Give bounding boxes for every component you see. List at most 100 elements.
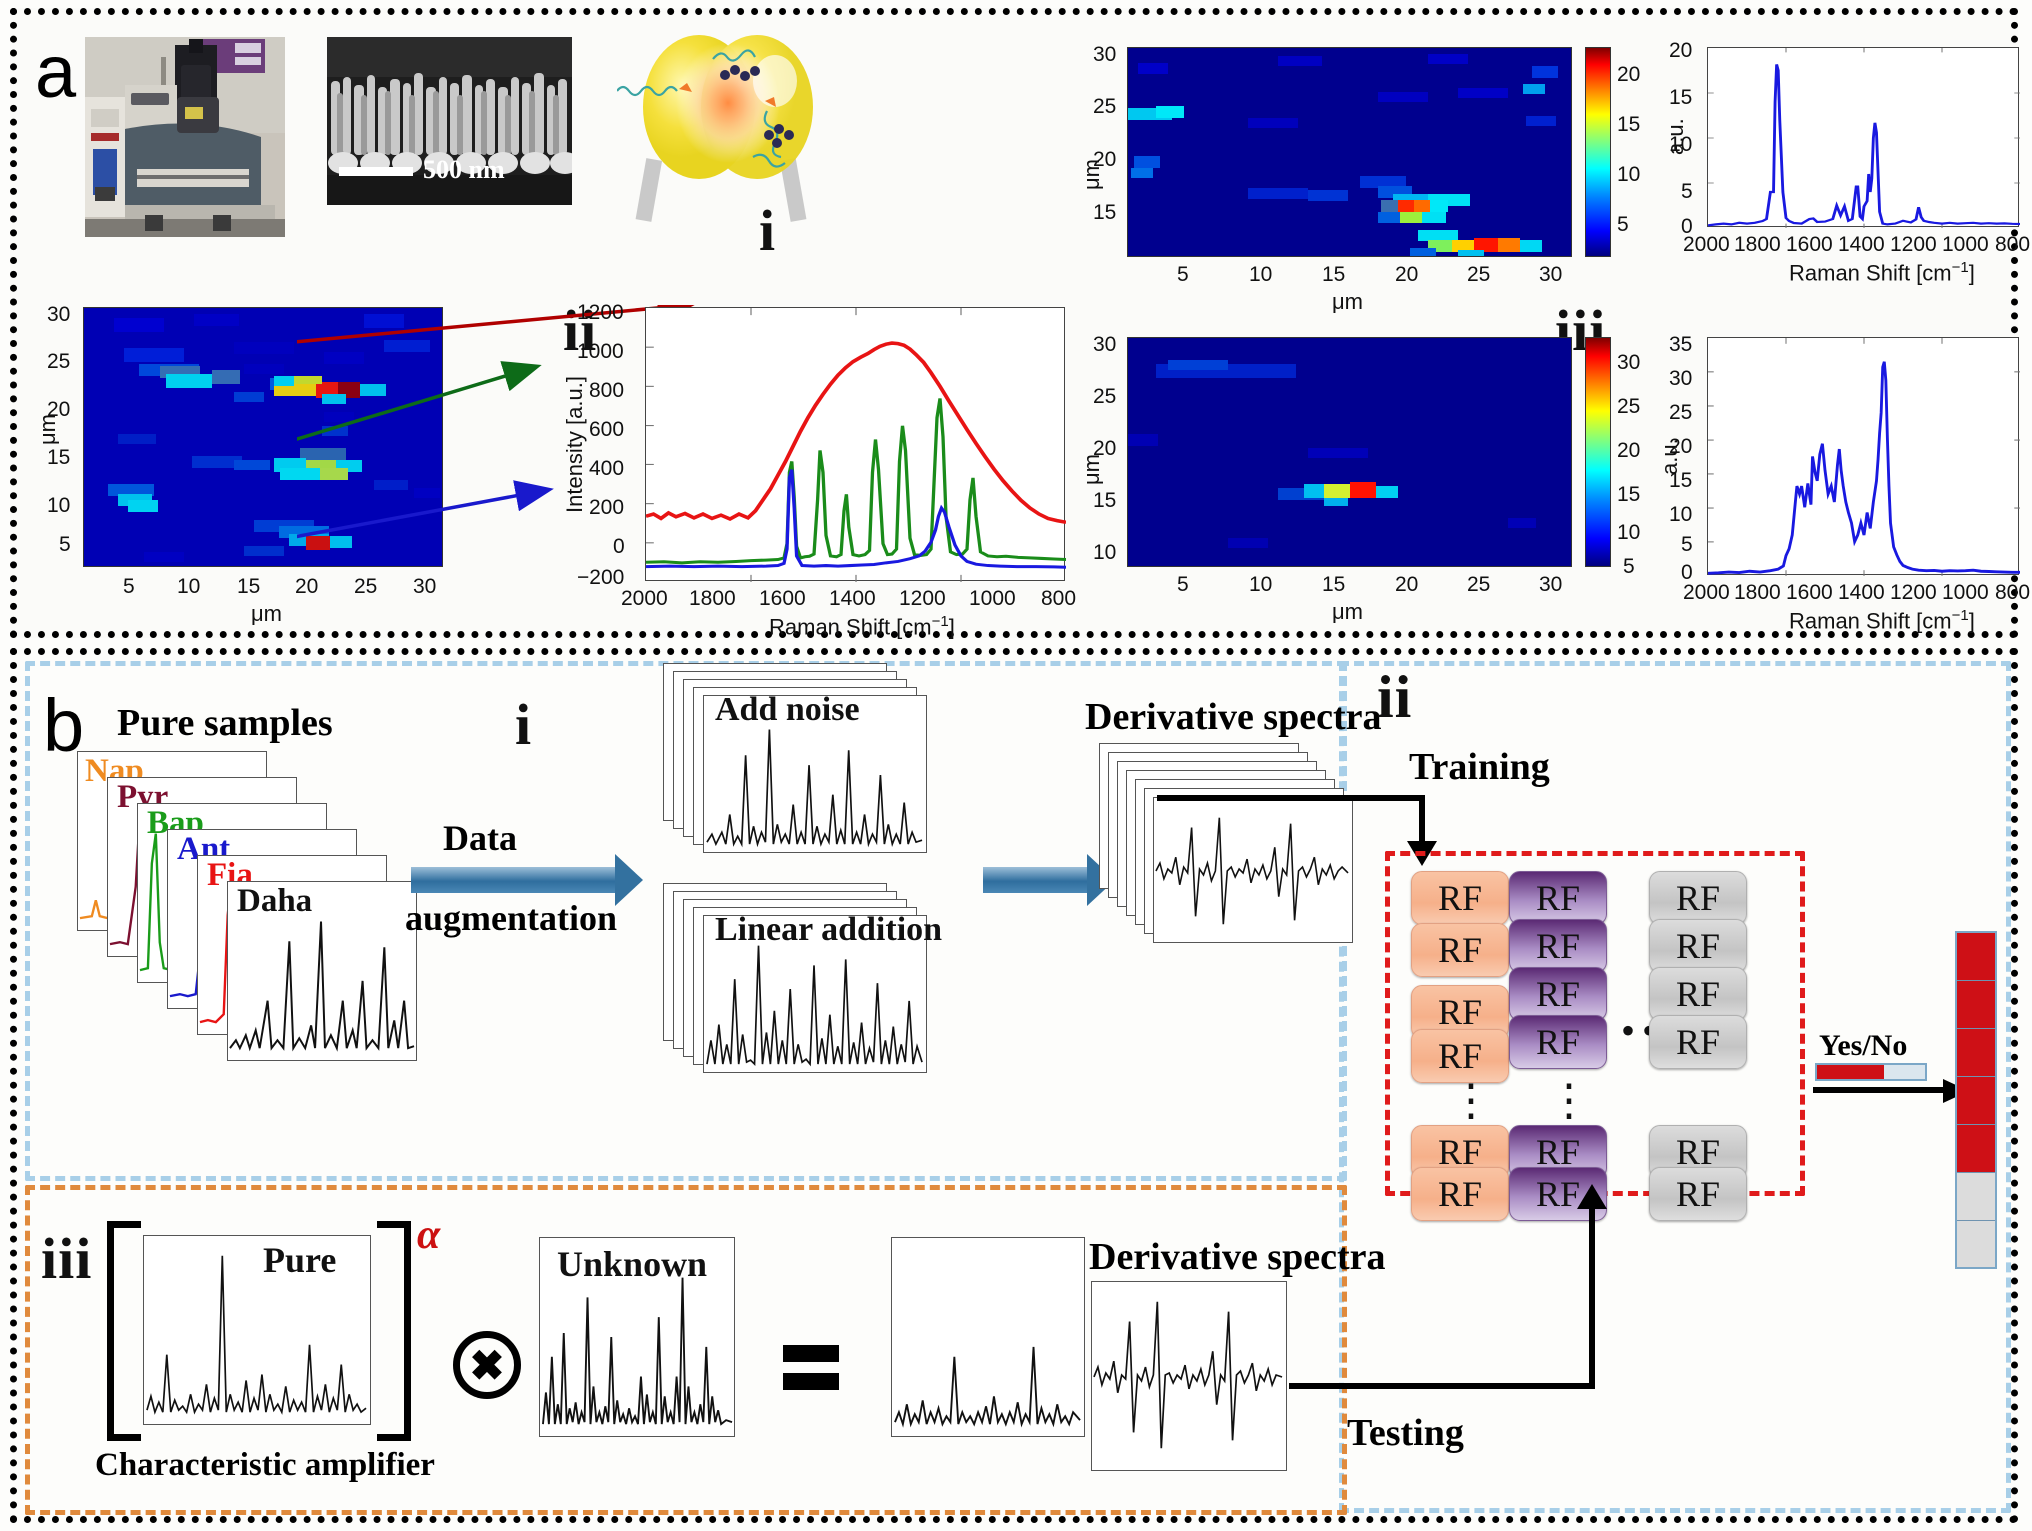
sem-scalebar-label: 500 nm [423,155,505,184]
pure-samples-stack: Nap Pyr Bap Ant Fia Daha [77,751,417,1061]
spec-iii-bot-xtick-2000: 2000 [1683,581,1730,604]
matrix-bracket-left [107,1221,141,1441]
map-iii-bot-ytick-10: 10 [1093,541,1117,564]
spec-ii-xtick-2000: 2000 [621,587,668,610]
pure-spectrum-card[interactable] [143,1235,371,1425]
spec-ii-ytick-1000: 1000 [577,340,624,363]
spec-iii-bot-xtick-1000: 1000 [1942,581,1989,604]
deriv-card-front[interactable] [1153,797,1353,943]
derivative-spectra-title-bottom: Derivative spectra [1089,1236,1386,1278]
result-cell-6 [1957,1173,1995,1221]
spec-iii-top-xtick-800: 800 [1995,233,2031,256]
map-iii-bot-xtick-25: 25 [1467,573,1491,596]
spec-ii-ytick-400: 400 [589,457,625,480]
equals-sign-icon [783,1345,839,1390]
colorbar-iii-top-tick-20: 20 [1617,63,1641,86]
map-iii-bot-ytick-25: 25 [1093,385,1117,408]
rf-node-o2[interactable]: RF [1411,923,1509,977]
spec-iii-bot-ytick-25: 25 [1669,401,1693,424]
rf-node-o4[interactable]: RF [1411,1029,1509,1083]
spec-ii-ytick-1200: 1200 [577,301,624,324]
colorbar-iii-bot-tick-10: 10 [1617,521,1641,544]
map-iii-bot-xtick-5: 5 [1177,573,1189,596]
spec-iii-top-xtick-1800: 1800 [1734,233,1781,256]
result-cell-3 [1957,1029,1995,1077]
rf-node-o6[interactable]: RF [1411,1167,1509,1221]
map-iii-top-ytick-30: 30 [1093,43,1117,66]
convolution-operator-icon: ✖ [453,1331,521,1399]
colorbar-iii-top-tick-10: 10 [1617,163,1641,186]
spec-iii-bot-xtick-1200: 1200 [1890,581,1937,604]
map-iii-top-xtick-5: 5 [1177,263,1189,286]
pure-samples-title: Pure samples [117,702,333,744]
map-iii-top-xtick-25: 25 [1467,263,1491,286]
rf-col2-vertical-dots: ⋮ [1547,1076,1591,1125]
map-ii-xtick-10: 10 [177,575,201,598]
spec-iii-bot-xtick-1800: 1800 [1734,581,1781,604]
spectra-triple-plot-ii [645,307,1066,582]
panel-a: a 500 nm i 30 25 20 15 μm 5 10 15 20 25 … [10,8,2030,639]
sem-cross-section-image: 500 nm [327,37,572,205]
map-iii-top-xtick-30: 30 [1539,263,1563,286]
rf-node-p4[interactable]: RF [1509,1015,1607,1069]
linear-addition-stack: Linear addition [663,883,963,1078]
map-iii-bot-ytick-30: 30 [1093,333,1117,356]
spec-ii-ytick-200: 200 [589,496,625,519]
spec-iii-top-xtick-1600: 1600 [1786,233,1833,256]
rf-node-g6[interactable]: RF [1649,1167,1747,1221]
spec-ii-ytick-600: 600 [589,418,625,441]
result-cell-7 [1957,1221,1995,1267]
rf-node-p1[interactable]: RF [1509,871,1607,925]
spec-iii-bot-ytick-35: 35 [1669,333,1693,356]
spec-iii-top-xtick-1200: 1200 [1890,233,1937,256]
to-derivative-arrow [983,854,1115,906]
result-cell-2 [1957,981,1995,1029]
colorbar-iii-bot-tick-20: 20 [1617,439,1641,462]
spec-iii-top-xtick-2000: 2000 [1683,233,1730,256]
rf-node-g1[interactable]: RF [1649,871,1747,925]
map-ii-ytick-25: 25 [47,350,71,373]
colorbar-iii-top [1585,47,1611,257]
map-iii-top-xtick-20: 20 [1395,263,1419,286]
testing-connector-line [1289,1383,1595,1389]
yes-no-bar-fill [1817,1065,1884,1079]
map-ii-ytick-30: 30 [47,303,71,326]
product-spectrum-card[interactable] [891,1237,1085,1437]
spec-ii-ytick-0: 0 [613,535,625,558]
map-ii-ytick-15: 15 [47,446,71,469]
spec-ii-xtick-1000: 1000 [969,587,1016,610]
training-label: Training [1409,746,1550,788]
spec-ii-ytick-neg200: −200 [577,566,625,589]
colorbar-iii-bot-tick-15: 15 [1617,483,1641,506]
spectrum-iii-top-plot [1707,47,2020,228]
panel-b-roman-i: i [515,692,533,757]
spec-ii-ylabel: Intensity [a.u.] [562,376,587,513]
map-ii-ytick-10: 10 [47,494,71,517]
linear-addition-title: Linear addition [715,911,943,948]
colorbar-iii-top-tick-15: 15 [1617,113,1641,136]
map-iii-bot-xlabel: μm [1332,599,1364,624]
rf-node-g4[interactable]: RF [1649,1015,1747,1069]
spec-iii-top-ytick-5: 5 [1681,180,1693,203]
rf-node-g2[interactable]: RF [1649,919,1747,973]
colorbar-iii-bottom [1585,337,1611,567]
raman-map-iii-bottom [1127,337,1572,567]
rf-node-o1[interactable]: RF [1411,871,1509,925]
colorbar-iii-bot-tick-25: 25 [1617,395,1641,418]
spec-iii-bot-ytick-30: 30 [1669,367,1693,390]
result-cell-5 [1957,1125,1995,1173]
map-ii-xtick-30: 30 [413,575,437,598]
testing-arrowhead-icon [1577,1184,1607,1209]
spec-iii-top-xtick-1400: 1400 [1838,233,1885,256]
matrix-bracket-right [377,1221,411,1441]
result-cell-4 [1957,1077,1995,1125]
derivative-spectrum-card-bottom[interactable] [1091,1281,1287,1471]
unknown-label: Unknown [557,1244,708,1284]
rf-node-g3[interactable]: RF [1649,967,1747,1021]
rf-node-p2[interactable]: RF [1509,919,1607,973]
rf-node-p3[interactable]: RF [1509,967,1607,1021]
sem-scale-bar [339,167,413,176]
spec-iii-bot-ytick-10: 10 [1669,503,1693,526]
panel-b-roman-iii: iii [41,1226,93,1291]
colorbar-iii-bot-tick-5: 5 [1623,555,1635,578]
